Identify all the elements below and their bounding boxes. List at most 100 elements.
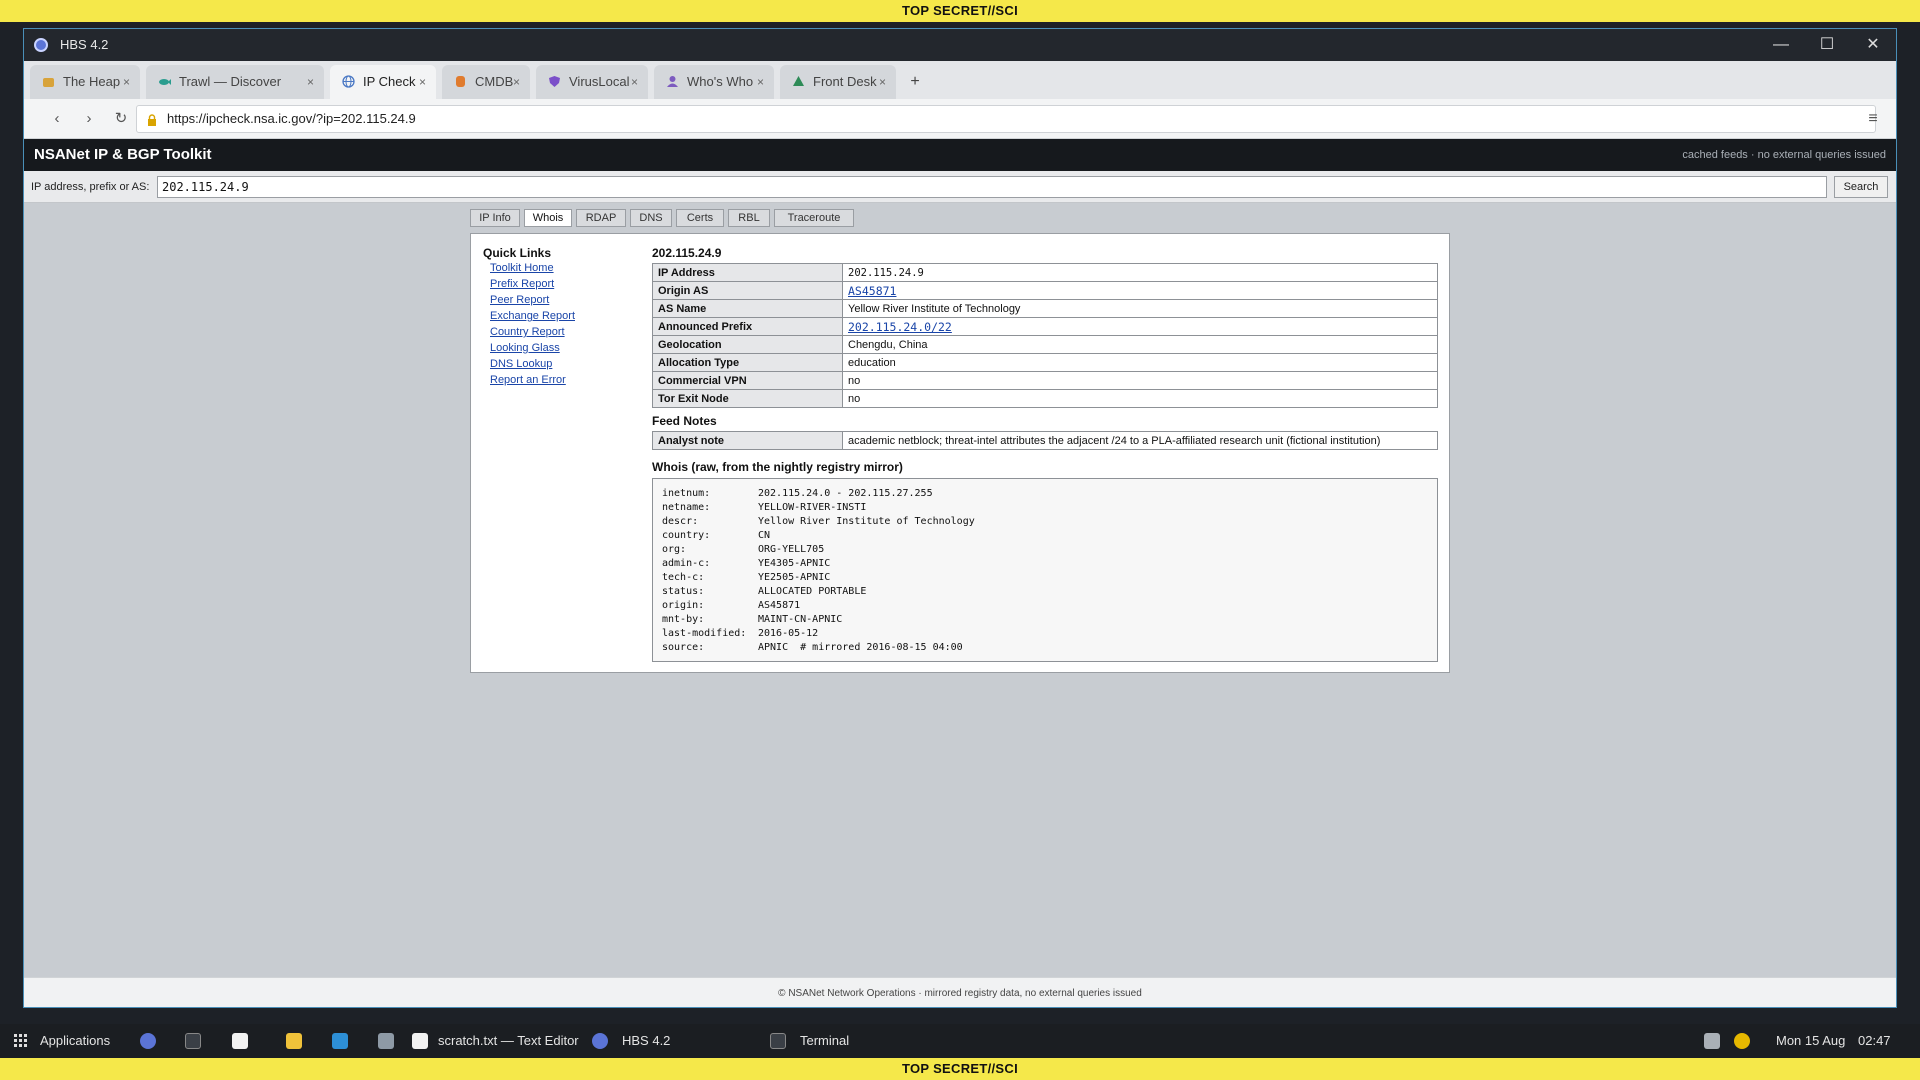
result-panel: Quick Links Toolkit Home Prefix Report P… — [470, 233, 1450, 673]
quick-link-exchange-report[interactable]: Exchange Report — [490, 310, 575, 322]
origin-as-link[interactable]: AS45871 — [848, 284, 896, 298]
lock-icon — [147, 113, 157, 126]
table-row: IP Address 202.115.24.9 — [652, 263, 1438, 282]
new-tab-button[interactable]: + — [900, 65, 930, 99]
tab-front-desk[interactable]: Front Desk × — [780, 65, 896, 99]
feed-notes-title: Feed Notes — [652, 414, 717, 428]
whois-line: inetnum: 202.115.24.0 - 202.115.27.255 — [662, 488, 933, 499]
search-button[interactable]: Search — [1834, 176, 1888, 198]
subtab-ip-info[interactable]: IP Info — [470, 209, 520, 227]
taskbar: Applications scratch.txt — Text Editor H… — [0, 1024, 1920, 1058]
tab-cmdb[interactable]: CMDB × — [442, 65, 530, 99]
maximize-button[interactable]: ☐ — [1804, 29, 1850, 61]
app-header: NSANet IP & BGP Toolkit cached feeds · n… — [24, 139, 1896, 171]
whois-line: mnt-by: MAINT-CN-APNIC — [662, 614, 843, 625]
quick-link-toolkit-home[interactable]: Toolkit Home — [490, 262, 554, 274]
quick-links-title: Quick Links — [483, 246, 552, 260]
tab-close-icon[interactable]: × — [879, 65, 886, 99]
classification-banner-top: TOP SECRET//SCI — [0, 0, 1920, 22]
browser-window: HBS 4.2 — ☐ ✕ The Heap × Trawl — Discove… — [23, 28, 1897, 1008]
search-input[interactable]: 202.115.24.9 — [157, 176, 1827, 198]
table-row: Tor Exit Node no — [652, 389, 1438, 408]
tab-close-icon[interactable]: × — [307, 65, 314, 99]
whois-line: org: ORG-YELL705 — [662, 544, 825, 555]
browser-menu-button[interactable]: ≡ — [1860, 105, 1886, 133]
subtab-rbl[interactable]: RBL — [728, 209, 770, 227]
allocation-type-value: education — [842, 353, 1438, 372]
whois-line: netname: YELLOW-RIVER-INSTI — [662, 502, 867, 513]
close-window-button[interactable]: ✕ — [1850, 29, 1896, 61]
whois-line: status: ALLOCATED PORTABLE — [662, 586, 867, 597]
table-row: Commercial VPN no — [652, 371, 1438, 390]
tab-close-icon[interactable]: × — [631, 65, 638, 99]
table-row: Allocation Type education — [652, 353, 1438, 372]
commercial-vpn-value: no — [842, 371, 1438, 390]
whois-line: admin-c: YE4305-APNIC — [662, 558, 831, 569]
tab-close-icon[interactable]: × — [513, 65, 520, 99]
url-text: https://ipcheck.nsa.ic.gov/?ip=202.115.2… — [167, 111, 416, 126]
subtab-traceroute[interactable]: Traceroute — [774, 209, 854, 227]
search-bar: IP address, prefix or AS: 202.115.24.9 S… — [24, 171, 1896, 203]
display-tray-icon[interactable] — [1704, 1033, 1720, 1049]
store-launcher-icon[interactable] — [332, 1033, 348, 1049]
terminal-launcher-icon[interactable] — [185, 1033, 201, 1049]
taskbar-clock: 02:47 — [1858, 1033, 1891, 1048]
back-button[interactable]: ‹ — [44, 105, 70, 133]
subtab-rdap[interactable]: RDAP — [576, 209, 626, 227]
table-row: Analyst note academic netblock; threat-in… — [652, 431, 1438, 450]
app-title: NSANet IP & BGP Toolkit — [34, 146, 212, 163]
geolocation-value: Chengdu, China — [842, 335, 1438, 354]
quick-link-prefix-report[interactable]: Prefix Report — [490, 278, 554, 290]
subtab-certs[interactable]: Certs — [676, 209, 724, 227]
quick-link-dns-lookup[interactable]: DNS Lookup — [490, 358, 552, 370]
forward-button[interactable]: › — [76, 105, 102, 133]
quick-link-peer-report[interactable]: Peer Report — [490, 294, 549, 306]
browser-icon — [592, 1033, 608, 1049]
trawl-fish-icon — [158, 75, 171, 88]
shield-icon — [548, 75, 561, 88]
whois-line: source: APNIC # mirrored 2016-08-15 04:00 — [662, 642, 963, 653]
browser-app-icon — [34, 38, 48, 52]
classification-banner-bottom: TOP SECRET//SCI — [0, 1058, 1920, 1080]
table-row: Origin AS AS45871 — [652, 281, 1438, 300]
desk-icon — [792, 75, 805, 88]
ip-address-value: 202.115.24.9 — [842, 263, 1438, 282]
tab-ip-check[interactable]: IP Check × — [330, 65, 436, 99]
quick-link-looking-glass[interactable]: Looking Glass — [490, 342, 560, 354]
window-title: HBS 4.2 — [60, 37, 109, 52]
whois-line: descr: Yellow River Institute of Technolo… — [662, 516, 975, 527]
tab-close-icon[interactable]: × — [123, 65, 130, 99]
drive-launcher-icon[interactable] — [378, 1033, 394, 1049]
quick-link-country-report[interactable]: Country Report — [490, 326, 565, 338]
result-ip-title: 202.115.24.9 — [652, 246, 722, 260]
page-footer: © NSANet Network Operations · mirrored r… — [24, 977, 1896, 1007]
tor-exit-value: no — [842, 389, 1438, 408]
whois-raw-block: inetnum: 202.115.24.0 - 202.115.27.255 ne… — [652, 478, 1438, 662]
minimize-button[interactable]: — — [1758, 29, 1804, 61]
quick-link-report-error[interactable]: Report an Error — [490, 374, 566, 386]
address-bar[interactable]: https://ipcheck.nsa.ic.gov/?ip=202.115.2… — [136, 105, 1876, 133]
tab-strip: The Heap × Trawl — Discover × IP Check ×… — [24, 61, 1896, 99]
as-name-value: Yellow River Institute of Technology — [842, 299, 1438, 318]
tab-close-icon[interactable]: × — [419, 65, 426, 99]
tab-viruslocal[interactable]: VirusLocal × — [536, 65, 648, 99]
tab-trawl-discover[interactable]: Trawl — Discover × — [146, 65, 324, 99]
globe-icon — [342, 75, 355, 88]
whois-line: country: CN — [662, 530, 771, 541]
whois-line: tech-c: YE2505-APNIC — [662, 572, 831, 583]
terminal-icon — [770, 1033, 786, 1049]
reload-button[interactable]: ↻ — [108, 105, 134, 133]
tab-whos-who[interactable]: Who's Who × — [654, 65, 774, 99]
table-row: AS Name Yellow River Institute of Technol… — [652, 299, 1438, 318]
notification-tray-icon[interactable] — [1734, 1033, 1750, 1049]
announced-prefix-link[interactable]: 202.115.24.0/22 — [848, 320, 952, 334]
tab-the-heap[interactable]: The Heap × — [30, 65, 140, 99]
subtab-whois[interactable]: Whois — [524, 209, 572, 227]
notes-launcher-icon[interactable] — [232, 1033, 248, 1049]
browser-launcher-icon[interactable] — [140, 1033, 156, 1049]
tab-close-icon[interactable]: × — [757, 65, 764, 99]
whois-line: last-modified: 2016-05-12 — [662, 628, 819, 639]
search-label: IP address, prefix or AS: — [31, 181, 150, 193]
subtab-dns[interactable]: DNS — [630, 209, 672, 227]
files-launcher-icon[interactable] — [286, 1033, 302, 1049]
